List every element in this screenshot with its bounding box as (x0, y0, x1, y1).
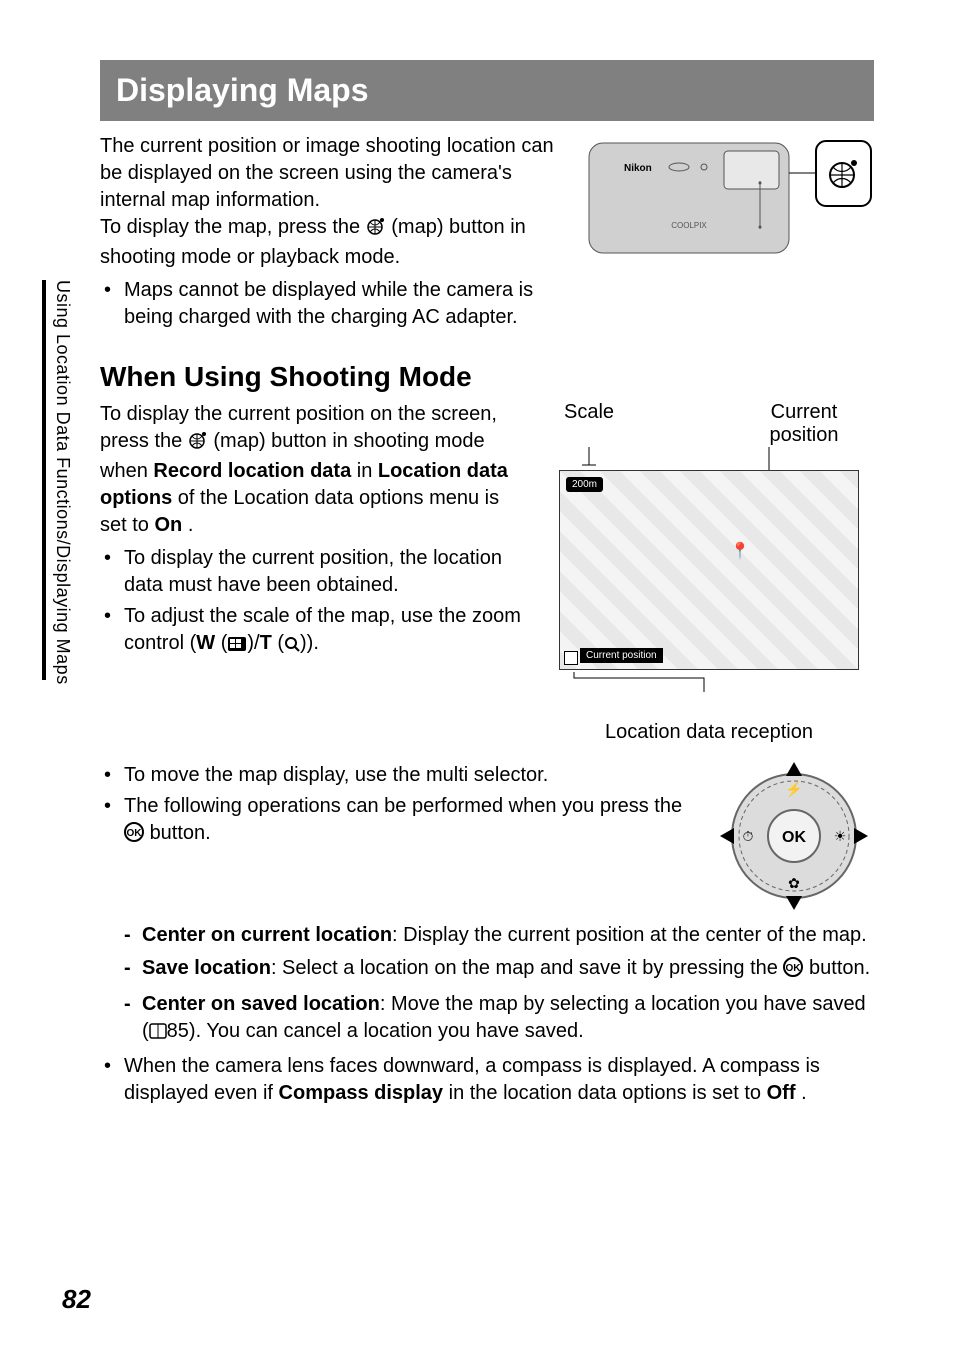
op-save-location: Save location: Select a location on the … (124, 955, 874, 985)
intro-text: The current position or image shooting l… (100, 133, 566, 335)
intro-p2: To display the map, press the (map) butt… (100, 214, 566, 271)
t: : Display the current position at the ce… (392, 924, 867, 946)
page-number: 82 (62, 1284, 91, 1315)
side-tab-text: Using Location Data Functions/Displaying… (52, 280, 73, 685)
shooting-section: To display the current position on the s… (100, 401, 874, 744)
label-scale: Scale (544, 401, 634, 447)
map-scale-badge: 200m (566, 477, 603, 492)
macro-icon: ✿ (788, 875, 800, 891)
timer-icon: ⏱ (743, 828, 754, 844)
t: . (801, 1082, 807, 1104)
t: )/ (247, 632, 259, 654)
camera-illustration: Nikon COOLPIX (584, 133, 874, 263)
op-center-current: Center on current location: Display the … (124, 922, 874, 949)
ok-button-icon: OK (124, 822, 144, 850)
svg-text:OK: OK (786, 963, 802, 974)
op-center-saved: Center on saved location: Move the map b… (124, 991, 874, 1047)
section-heading-shooting: When Using Shooting Mode (100, 361, 874, 393)
ok-button-icon: OK (783, 957, 803, 985)
intro-bullets: Maps cannot be displayed while the camer… (100, 277, 566, 331)
magnifier-icon (284, 633, 300, 660)
globe-icon (188, 430, 208, 458)
intro-p2a: To display the map, press the (100, 216, 366, 238)
ok-label: OK (782, 829, 806, 846)
shooting-bullets: To display the current position, the loc… (100, 545, 524, 660)
intro-p1: The current position or image shooting l… (100, 133, 566, 214)
t: The following operations can be performe… (124, 795, 682, 817)
t: button. (809, 957, 870, 979)
zoom-t-label: T (260, 632, 272, 654)
t: button. (150, 822, 211, 844)
t: ( (215, 632, 227, 654)
flash-icon: ⚡ (785, 781, 802, 798)
globe-icon (366, 216, 386, 244)
manual-page: Using Location Data Functions/Displaying… (0, 0, 954, 1345)
map-position-marker-icon: 📍 (730, 541, 750, 561)
intro-bullet-1: Maps cannot be displayed while the camer… (100, 277, 566, 331)
sel-bullet-ok: The following operations can be performe… (100, 793, 694, 850)
t: . (188, 514, 194, 536)
shooting-intro: To display the current position on the s… (100, 401, 524, 539)
t: : Select a location on the map and save … (271, 957, 784, 979)
multi-selector-illustration: OK ⚡ ✿ ⏱ ☀ (714, 756, 874, 916)
selector-section: To move the map display, use the multi s… (100, 756, 874, 916)
page-ref-icon (149, 1020, 167, 1047)
sel-bullet-move: To move the map display, use the multi s… (100, 762, 694, 789)
map-reception-icon (564, 651, 578, 665)
side-tab-marker (42, 280, 46, 680)
t: )). (300, 632, 319, 654)
t: in the location data options is set to (449, 1082, 767, 1104)
compass-bullet-list: When the camera lens faces downward, a c… (100, 1053, 874, 1107)
map-curpos-badge: Current position (580, 648, 663, 663)
page-title: Displaying Maps (100, 60, 874, 121)
compass-note: When the camera lens faces downward, a c… (100, 1053, 874, 1107)
t: 85). You can cancel a location you have … (167, 1020, 584, 1042)
t: ( (272, 632, 284, 654)
op-title: Save location (142, 957, 271, 979)
shoot-bullet-2: To adjust the scale of the map, use the … (100, 603, 524, 660)
camera-model: COOLPIX (671, 221, 707, 230)
op-title: Center on current location (142, 924, 392, 946)
intro-section: The current position or image shooting l… (100, 133, 874, 335)
shooting-text: To display the current position on the s… (100, 401, 524, 744)
op-title: Center on saved location (142, 993, 380, 1015)
exposure-icon: ☀ (834, 828, 847, 844)
shoot-bullet-1: To display the current position, the loc… (100, 545, 524, 599)
selector-text: To move the map display, use the multi s… (100, 756, 694, 854)
map-screenshot: 200m 📍 Current position (559, 470, 859, 670)
bold-record-location: Record location data (153, 460, 351, 482)
label-current-position: Current position (734, 401, 874, 447)
thumbnail-grid-icon (227, 633, 247, 660)
map-figure: Scale Current position 200m 📍 Current po… (544, 401, 874, 744)
t: To adjust the scale of the map, use the … (124, 605, 521, 654)
bold-compass-display: Compass display (279, 1082, 444, 1104)
t: in (357, 460, 378, 482)
bold-off: Off (767, 1082, 796, 1104)
zoom-w-label: W (196, 632, 215, 654)
ok-operations-list: Center on current location: Display the … (124, 922, 874, 1047)
map-caption: Location data reception (544, 721, 874, 744)
svg-text:OK: OK (127, 828, 143, 839)
bold-on: On (154, 514, 182, 536)
camera-brand: Nikon (624, 163, 652, 174)
